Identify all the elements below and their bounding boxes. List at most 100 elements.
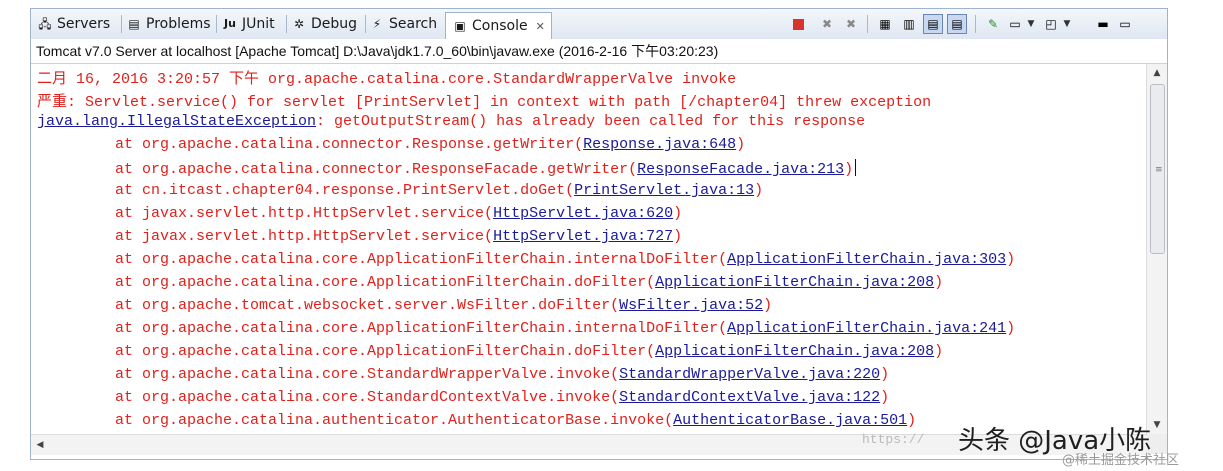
tab-servers[interactable]: 🖧 Servers — [37, 12, 110, 36]
scroll-left-icon[interactable]: ◀ — [31, 435, 49, 455]
servers-icon: 🖧 — [38, 17, 52, 31]
tab-label: Debug — [311, 16, 358, 32]
tab-problems[interactable]: ▤ Problems — [126, 12, 211, 36]
stack-frame: at org.apache.catalina.core.StandardCont… — [115, 389, 889, 406]
tab-divider — [286, 15, 287, 33]
tab-debug[interactable]: ✲ Debug — [291, 12, 357, 36]
remove-launch-icon[interactable]: ✖ — [819, 16, 835, 32]
exception-class-link[interactable]: java.lang.IllegalStateException — [37, 113, 316, 130]
stack-frame: at org.apache.catalina.connector.Respons… — [115, 159, 857, 178]
source-link[interactable]: ResponseFacade.java:213 — [637, 161, 844, 178]
maximize-icon[interactable]: ▭ — [1117, 16, 1133, 32]
exception-message: : getOutputStream() has already been cal… — [316, 113, 866, 130]
tab-label: JUnit — [242, 16, 275, 32]
remove-all-terminated-icon[interactable]: ✖ — [843, 16, 859, 32]
console-icon: ▣ — [454, 19, 466, 33]
stack-frame: at javax.servlet.http.HttpServlet.servic… — [115, 205, 682, 222]
frame-close-paren: ) — [1006, 320, 1016, 337]
toolbar-divider — [867, 15, 868, 33]
source-link[interactable]: Response.java:648 — [583, 136, 736, 153]
frame-close-paren: ) — [754, 182, 764, 199]
toolbar-divider — [975, 15, 976, 33]
watermark-community: @稀土掘金技术社区 — [1062, 453, 1180, 468]
log-severity-line: 严重: Servlet.service() for servlet [Print… — [37, 94, 932, 111]
tab-console[interactable]: ▣ Console ✕ — [445, 12, 552, 39]
grip-icon: ≡ — [1155, 165, 1163, 175]
stack-frame: at org.apache.tomcat.websocket.server.Ws… — [115, 297, 772, 314]
minimize-icon[interactable]: ▬ — [1095, 16, 1111, 32]
tab-label: Console — [472, 18, 528, 34]
stack-frame: at cn.itcast.chapter04.response.PrintSer… — [115, 182, 763, 199]
source-link[interactable]: WsFilter.java:52 — [619, 297, 763, 314]
frame-method: at org.apache.catalina.connector.Respons… — [115, 136, 584, 153]
terminate-icon[interactable] — [793, 19, 804, 30]
stack-frame: at org.apache.catalina.core.StandardWrap… — [115, 366, 889, 383]
scroll-up-icon[interactable]: ▲ — [1147, 64, 1167, 82]
frame-close-paren: ) — [763, 297, 773, 314]
launch-description: Tomcat v7.0 Server at localhost [Apache … — [31, 39, 1167, 64]
search-icon: ⚡ — [372, 17, 382, 31]
frame-close-paren: ) — [736, 136, 746, 153]
source-link[interactable]: PrintServlet.java:13 — [574, 182, 754, 199]
frame-method: at org.apache.catalina.connector.Respons… — [115, 161, 638, 178]
frame-method: at org.apache.catalina.core.ApplicationF… — [115, 320, 728, 337]
frame-method: at org.apache.catalina.core.ApplicationF… — [115, 251, 728, 268]
tab-label: Search — [389, 16, 438, 32]
text-cursor — [855, 159, 857, 176]
frame-close-paren: ) — [880, 389, 890, 406]
frame-method: at org.apache.catalina.core.StandardWrap… — [115, 366, 620, 383]
frame-method: at org.apache.catalina.core.ApplicationF… — [115, 343, 656, 360]
frame-method: at org.apache.tomcat.websocket.server.Ws… — [115, 297, 620, 314]
close-icon[interactable]: ✕ — [536, 20, 545, 33]
source-link[interactable]: ApplicationFilterChain.java:208 — [655, 343, 934, 360]
log-timestamp-line: 二月 16, 2016 3:20:57 下午 org.apache.catali… — [37, 71, 737, 88]
stack-frame: at org.apache.catalina.core.ApplicationF… — [115, 274, 943, 291]
watermark-url: https:// — [862, 432, 925, 447]
source-link[interactable]: StandardContextValve.java:122 — [619, 389, 880, 406]
tab-divider — [121, 15, 122, 33]
source-link[interactable]: HttpServlet.java:620 — [493, 205, 673, 222]
source-link[interactable]: ApplicationFilterChain.java:241 — [727, 320, 1006, 337]
scroll-lock-icon[interactable]: ▥ — [901, 16, 917, 32]
source-link[interactable]: HttpServlet.java:727 — [493, 228, 673, 245]
clear-console-icon[interactable]: ▦ — [877, 16, 893, 32]
problems-icon: ▤ — [128, 17, 140, 31]
open-console-icon[interactable]: ◰ — [1043, 16, 1059, 32]
frame-method: at cn.itcast.chapter04.response.PrintSer… — [115, 182, 575, 199]
frame-method: at javax.servlet.http.HttpServlet.servic… — [115, 228, 494, 245]
vertical-scrollbar[interactable]: ▲ ≡ ▼ — [1146, 64, 1167, 434]
show-on-stdout-icon[interactable]: ▤ — [923, 14, 943, 34]
console-view: 🖧 Servers ▤ Problems Ju JUnit ✲ Debug ⚡ … — [30, 8, 1168, 460]
pin-console-icon[interactable]: ✎ — [985, 16, 1001, 32]
stack-frame: at javax.servlet.http.HttpServlet.servic… — [115, 228, 682, 245]
stack-frame: at org.apache.catalina.core.ApplicationF… — [115, 343, 943, 360]
frame-close-paren: ) — [934, 343, 944, 360]
stack-frame: at org.apache.catalina.core.ApplicationF… — [115, 320, 1015, 337]
debug-icon: ✲ — [293, 17, 305, 31]
frame-close-paren: ) — [1006, 251, 1016, 268]
chevron-down-icon[interactable]: ▼ — [1023, 16, 1039, 32]
scroll-thumb[interactable]: ≡ — [1150, 84, 1165, 254]
stack-frame: at org.apache.catalina.core.ApplicationF… — [115, 251, 1015, 268]
source-link[interactable]: ApplicationFilterChain.java:208 — [655, 274, 934, 291]
frame-close-paren: ) — [907, 412, 917, 429]
source-link[interactable]: AuthenticatorBase.java:501 — [673, 412, 907, 429]
tab-junit[interactable]: Ju JUnit — [222, 12, 275, 36]
frame-close-paren: ) — [880, 366, 890, 383]
source-link[interactable]: StandardWrapperValve.java:220 — [619, 366, 880, 383]
frame-method: at org.apache.catalina.core.ApplicationF… — [115, 274, 656, 291]
show-on-stderr-icon[interactable]: ▤ — [947, 14, 967, 34]
exception-line: java.lang.IllegalStateException: getOutp… — [37, 113, 865, 130]
console-output[interactable]: 二月 16, 2016 3:20:57 下午 org.apache.catali… — [31, 64, 1148, 434]
tab-label: Problems — [146, 16, 211, 32]
view-tab-bar: 🖧 Servers ▤ Problems Ju JUnit ✲ Debug ⚡ … — [31, 9, 1167, 40]
source-link[interactable]: ApplicationFilterChain.java:303 — [727, 251, 1006, 268]
display-console-icon[interactable]: ▭ — [1007, 16, 1023, 32]
chevron-down-icon[interactable]: ▼ — [1059, 16, 1075, 32]
stack-frame: at org.apache.catalina.authenticator.Aut… — [115, 412, 916, 429]
tab-search[interactable]: ⚡ Search — [369, 12, 437, 36]
frame-close-paren: ) — [934, 274, 944, 291]
frame-close-paren: ) — [844, 161, 854, 178]
frame-method: at org.apache.catalina.core.StandardCont… — [115, 389, 620, 406]
frame-method: at org.apache.catalina.authenticator.Aut… — [115, 412, 674, 429]
